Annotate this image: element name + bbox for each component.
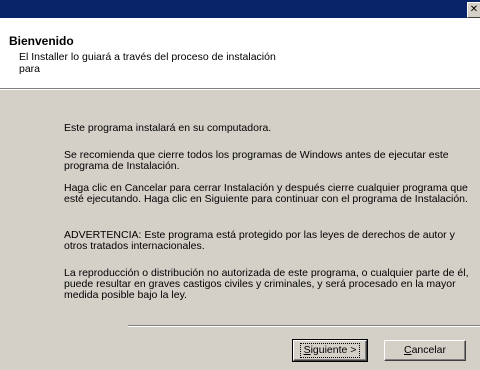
instructions-paragraph: Haga clic en Cancelar para cerrar Instal… bbox=[64, 182, 468, 205]
recommendation-paragraph: Se recomienda que cierre todos los progr… bbox=[64, 149, 449, 172]
footer-divider-highlight bbox=[128, 326, 480, 327]
title-bar bbox=[0, 0, 480, 18]
close-icon: ✕ bbox=[469, 4, 479, 15]
page-title: Bienvenido bbox=[9, 34, 74, 48]
header-panel: Bienvenido El Installer lo guiará a trav… bbox=[0, 18, 480, 88]
header-divider-highlight bbox=[0, 89, 480, 90]
cancel-button[interactable]: Cancelar bbox=[384, 340, 466, 361]
cancel-button-label: Cancelar bbox=[403, 344, 447, 356]
legal-paragraph: La reproducción o distribución no autori… bbox=[64, 267, 469, 301]
warning-paragraph: ADVERTENCIA: Este programa está protegid… bbox=[64, 229, 455, 252]
intro-paragraph: Este programa instalará en su computador… bbox=[64, 122, 272, 134]
next-button[interactable]: Siguiente > bbox=[292, 339, 368, 362]
page-subtitle: El Installer lo guiará a través del proc… bbox=[19, 51, 276, 75]
next-button-label: Siguiente > bbox=[299, 343, 361, 358]
close-button[interactable]: ✕ bbox=[467, 2, 480, 18]
